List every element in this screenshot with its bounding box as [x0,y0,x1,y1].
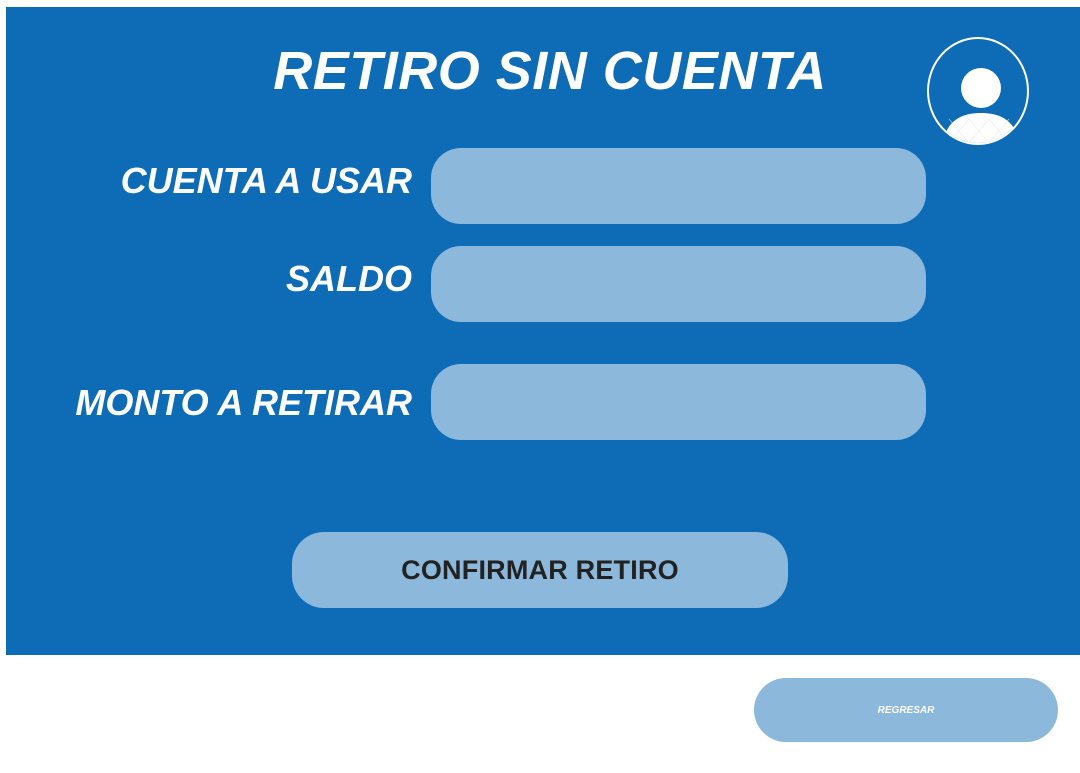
user-avatar-icon[interactable] [927,37,1029,145]
account-label: CUENTA A USAR [120,160,412,201]
amount-input[interactable] [431,364,926,440]
back-button[interactable]: REGRESAR [754,678,1058,742]
balance-label: SALDO [286,258,412,299]
amount-label: MONTO A RETIRAR [75,382,412,423]
page-title: RETIRO SIN CUENTA [273,41,827,101]
account-input[interactable] [431,148,926,224]
page: RETIRO SIN CUENTA CUENTA A USAR SALDO MO… [0,0,1080,773]
confirm-withdrawal-button[interactable]: CONFIRMAR RETIRO [292,532,788,608]
balance-input[interactable] [431,246,926,322]
